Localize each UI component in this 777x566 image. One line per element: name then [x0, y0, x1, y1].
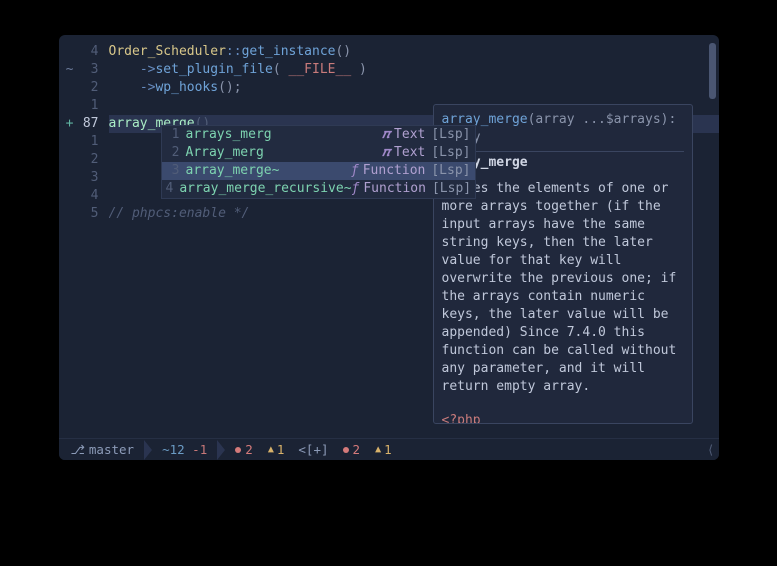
completion-popup[interactable]: 1 arrays_merg 𝝅 Text [Lsp] 2 Array_merg …: [161, 125, 476, 199]
error-dot-icon: [343, 447, 349, 453]
diagnostics-segment: 2 ▲ 1: [227, 440, 292, 460]
line-number: 3: [81, 61, 99, 79]
doc-body: Merges the elements of one or more array…: [442, 180, 684, 396]
line-number: 1: [81, 97, 99, 115]
sign: [65, 187, 75, 205]
chevron-right-icon: [144, 440, 152, 460]
added-sign: +: [65, 115, 75, 133]
git-diff-segment: ~12 -1: [154, 440, 215, 460]
sign: [65, 133, 75, 151]
sign: [65, 151, 75, 169]
sign: [65, 97, 75, 115]
editor-window: 4 ~3 2 1 +87 1 2 3 4 5 Order_Scheduler::…: [59, 35, 719, 460]
branch-icon: ⎇: [71, 442, 85, 457]
modified-indicator: <[+]: [298, 442, 328, 457]
error-dot-icon: [235, 447, 241, 453]
sign: [65, 79, 75, 97]
gutter: 4 ~3 2 1 +87 1 2 3 4 5: [59, 35, 109, 438]
completion-item[interactable]: 4 array_merge_recursive~ ƒ Function [Lsp…: [162, 180, 475, 198]
line-number: 3: [81, 169, 99, 187]
completion-item[interactable]: 2 Array_merg 𝝅 Text [Lsp]: [162, 144, 475, 162]
chevron-left-icon: ⟨: [707, 442, 715, 457]
current-line-number: 87: [81, 115, 99, 133]
line-number: 4: [81, 187, 99, 205]
line-number: 2: [81, 79, 99, 97]
function-icon: ƒ: [351, 162, 359, 180]
code-line: ->set_plugin_file( __FILE__ ): [109, 61, 719, 79]
diagnostics-segment: 2 ▲ 1: [335, 440, 400, 460]
line-number: 4: [81, 43, 99, 61]
warning-triangle-icon: ▲: [375, 444, 381, 455]
code-line: ->wp_hooks();: [109, 79, 719, 97]
text-icon: 𝝅: [381, 144, 390, 162]
text-icon: 𝝅: [381, 126, 390, 144]
line-number: 2: [81, 151, 99, 169]
line-number: 1: [81, 133, 99, 151]
sign: [65, 205, 75, 223]
completion-item-selected[interactable]: 3 array_merge~ ƒ Function [Lsp]: [162, 162, 475, 180]
git-branch-segment: ⎇ master: [63, 440, 143, 460]
doc-divider: [442, 151, 684, 152]
function-icon: ƒ: [352, 180, 360, 198]
line-number: 5: [81, 205, 99, 223]
doc-signature: array_merge(array ...$arrays): array: [442, 111, 684, 147]
modified-sign: ~: [65, 61, 75, 79]
chevron-right-icon: [217, 440, 225, 460]
warning-triangle-icon: ▲: [268, 444, 274, 455]
sign: [65, 169, 75, 187]
doc-php-tag: <?php: [442, 412, 684, 424]
scrollbar[interactable]: [709, 43, 716, 99]
code-line: Order_Scheduler::get_instance(): [109, 43, 719, 61]
statusline: ⎇ master ~12 -1 2 ▲ 1 <[+] 2 ▲ 1 ⟨: [59, 438, 719, 460]
completion-item[interactable]: 1 arrays_merg 𝝅 Text [Lsp]: [162, 126, 475, 144]
sign: [65, 43, 75, 61]
doc-title: array_merge: [442, 154, 684, 172]
